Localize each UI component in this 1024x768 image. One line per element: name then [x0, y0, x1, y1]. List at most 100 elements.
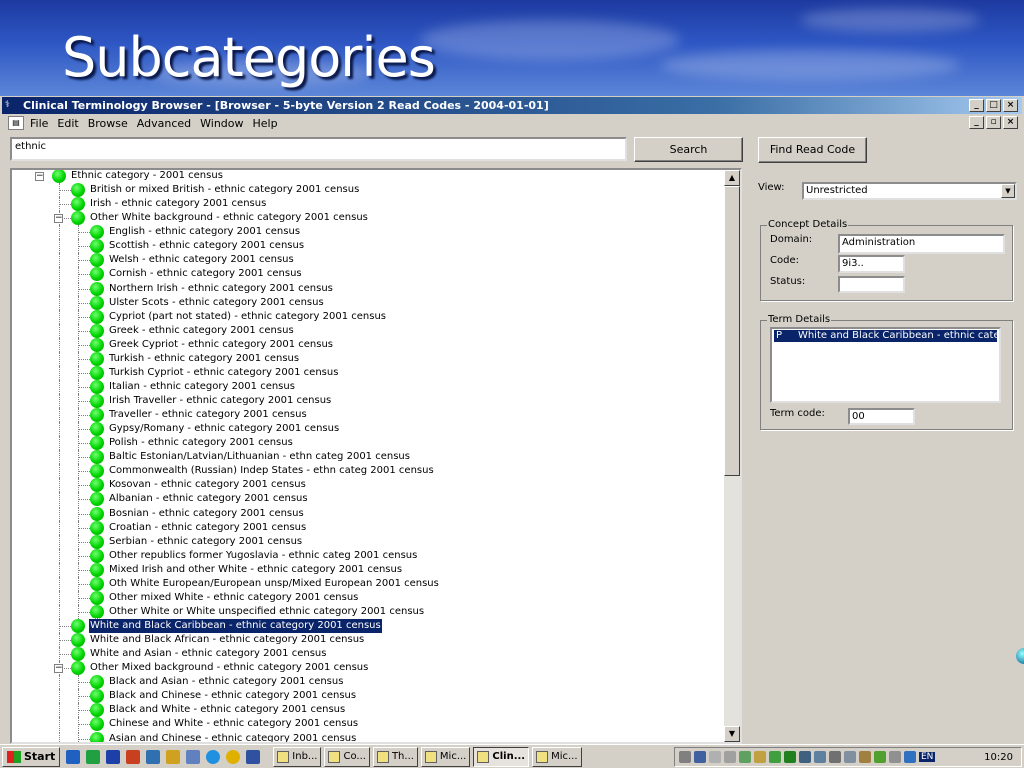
word-icon[interactable] [106, 749, 121, 764]
tree-item-label[interactable]: Bosnian - ethnic category 2001 census [108, 507, 305, 521]
chevron-down-icon[interactable]: ▼ [1001, 184, 1015, 198]
tray-app-icon[interactable] [814, 751, 826, 763]
tree-row[interactable]: Baltic Estonian/Latvian/Lithuanian - eth… [12, 450, 728, 465]
tree-item-label[interactable]: Chinese and White - ethnic category 2001… [108, 717, 359, 731]
tray-app-icon[interactable] [889, 751, 901, 763]
taskbar-task-button[interactable]: Th... [372, 746, 418, 767]
tree-item-label[interactable]: Oth White European/European unsp/Mixed E… [108, 577, 440, 591]
tray-app-icon[interactable] [754, 751, 766, 763]
collapse-icon[interactable]: − [54, 214, 63, 224]
powerpoint-icon[interactable] [126, 749, 141, 764]
tree-row[interactable]: Turkish Cypriot - ethnic category 2001 c… [12, 365, 728, 380]
tree-row[interactable]: Polish - ethnic category 2001 census [12, 436, 728, 451]
tray-app-icon[interactable] [844, 751, 856, 763]
menu-window[interactable]: Window [200, 117, 250, 130]
taskbar-task-button[interactable]: Clin... [473, 746, 530, 767]
tree-row[interactable]: White and Asian - ethnic category 2001 c… [12, 647, 728, 662]
menu-edit[interactable]: Edit [57, 117, 85, 130]
tree-item-label[interactable]: Cornish - ethnic category 2001 census [108, 267, 303, 281]
tree-item-label[interactable]: Turkish - ethnic category 2001 census [108, 352, 300, 366]
tree-row[interactable]: Cypriot (part not stated) - ethnic categ… [12, 309, 728, 324]
tree-row[interactable]: Albanian - ethnic category 2001 census [12, 492, 728, 507]
tree-item-label[interactable]: Traveller - ethnic category 2001 census [108, 408, 308, 422]
tree-row[interactable]: Kosovan - ethnic category 2001 census [12, 478, 728, 493]
term-list[interactable]: P White and Black Caribbean - ethnic cat… [770, 327, 1001, 403]
tray-app-icon[interactable] [739, 751, 751, 763]
tree-row[interactable]: Greek - ethnic category 2001 census [12, 323, 728, 338]
find-read-code-button[interactable]: Find Read Code [758, 137, 867, 163]
tree-item-label[interactable]: Albanian - ethnic category 2001 census [108, 492, 309, 506]
tree-row[interactable]: Irish Traveller - ethnic category 2001 c… [12, 394, 728, 408]
tree-item-label[interactable]: Welsh - ethnic category 2001 census [108, 253, 295, 267]
tree-row[interactable]: Welsh - ethnic category 2001 census [12, 253, 728, 268]
tree-row[interactable]: − Other White background - ethnic categor… [12, 211, 728, 226]
tree-item-label[interactable]: Other White or White unspecified ethnic … [108, 605, 425, 619]
scroll-thumb[interactable] [724, 186, 740, 476]
volume-icon[interactable] [679, 751, 691, 763]
taskbar-task-button[interactable]: Mic... [420, 746, 471, 767]
search-icon[interactable] [186, 749, 201, 764]
tree-item-label[interactable]: Italian - ethnic category 2001 census [108, 380, 296, 394]
tree-item-label[interactable]: Turkish Cypriot - ethnic category 2001 c… [108, 366, 339, 380]
tree-item-label[interactable]: Kosovan - ethnic category 2001 census [108, 478, 307, 492]
tree-item-label[interactable]: Other White background - ethnic category… [89, 211, 369, 225]
tray-app-icon[interactable] [799, 751, 811, 763]
network-icon[interactable] [694, 751, 706, 763]
scroll-down-icon[interactable]: ▼ [724, 726, 740, 742]
collapse-icon[interactable]: − [54, 664, 63, 674]
tree-row[interactable]: − Ethnic category - 2001 census [12, 170, 728, 183]
tree-item-label[interactable]: Black and Asian - ethnic category 2001 c… [108, 675, 344, 689]
menu-file[interactable]: File [30, 117, 55, 130]
tree-item-label-selected[interactable]: White and Black Caribbean - ethnic categ… [88, 618, 383, 634]
tree-item-label[interactable]: Baltic Estonian/Latvian/Lithuanian - eth… [108, 450, 411, 464]
tree-row[interactable]: Turkish - ethnic category 2001 census [12, 351, 728, 366]
messenger-icon[interactable] [246, 749, 261, 764]
tree-row[interactable]: − Other Mixed background - ethnic categor… [12, 661, 728, 676]
tree-item-label[interactable]: Irish Traveller - ethnic category 2001 c… [108, 394, 332, 408]
desktop-icon[interactable] [66, 749, 81, 764]
tree-row[interactable]: Italian - ethnic category 2001 census [12, 379, 728, 394]
tray-app-icon[interactable] [829, 751, 841, 763]
tree-row[interactable]: Gypsy/Romany - ethnic category 2001 cens… [12, 422, 728, 437]
mdi-restore-button[interactable]: ▫ [986, 116, 1001, 129]
menu-advanced[interactable]: Advanced [137, 117, 198, 130]
tree-item-label[interactable]: Ethnic category - 2001 census [70, 170, 224, 183]
excel-icon[interactable] [86, 749, 101, 764]
tree-row[interactable]: Black and Asian - ethnic category 2001 c… [12, 675, 728, 690]
term-list-item[interactable]: P White and Black Caribbean - ethnic cat… [774, 330, 997, 342]
tray-app-icon[interactable] [769, 751, 781, 763]
tree-row[interactable]: Mixed Irish and other White - ethnic cat… [12, 562, 728, 577]
tree-item-label[interactable]: Black and White - ethnic category 2001 c… [108, 703, 346, 717]
tray-app-icon[interactable] [784, 751, 796, 763]
tree-row[interactable]: Greek Cypriot - ethnic category 2001 cen… [12, 337, 728, 352]
tree-row[interactable]: Other mixed White - ethnic category 2001… [12, 590, 728, 605]
calendar-icon[interactable] [166, 749, 181, 764]
taskbar-task-button[interactable]: Inb... [273, 746, 322, 767]
document-icon[interactable]: ▤ [8, 116, 24, 130]
term-code-field[interactable]: 00 [848, 408, 915, 425]
tree-item-label[interactable]: Irish - ethnic category 2001 census [89, 197, 267, 211]
language-indicator[interactable]: EN [919, 752, 936, 762]
tree-item-label[interactable]: White and Black African - ethnic categor… [89, 633, 365, 647]
tree-item-label[interactable]: Polish - ethnic category 2001 census [108, 436, 294, 450]
tree-row[interactable]: Serbian - ethnic category 2001 census [12, 534, 728, 549]
tree-item-label[interactable]: Commonwealth (Russian) Indep States - et… [108, 464, 435, 478]
tray-app-icon[interactable] [859, 751, 871, 763]
tree-item-label[interactable]: Greek Cypriot - ethnic category 2001 cen… [108, 338, 334, 352]
concept-tree[interactable]: − Ethnic category - 2001 census British or… [10, 168, 742, 744]
tree-row[interactable]: Commonwealth (Russian) Indep States - et… [12, 464, 728, 479]
tree-row[interactable]: Other White or White unspecified ethnic … [12, 604, 728, 619]
status-field[interactable] [838, 276, 905, 293]
tree-item-label[interactable]: Asian and Chinese - ethnic category 2001… [108, 732, 357, 743]
taskbar-task-button[interactable]: Mic... [532, 746, 582, 767]
tree-item-label[interactable]: Black and Chinese - ethnic category 2001… [108, 689, 357, 703]
outlook-icon[interactable] [146, 749, 161, 764]
tree-item-label[interactable]: Ulster Scots - ethnic category 2001 cens… [108, 296, 325, 310]
scroll-up-icon[interactable]: ▲ [724, 170, 740, 186]
domain-field[interactable]: Administration [838, 234, 1005, 254]
tray-app-icon[interactable] [709, 751, 721, 763]
taskbar-task-button[interactable]: Co... [324, 746, 370, 767]
collapse-icon[interactable]: − [35, 172, 44, 181]
internet-explorer-icon[interactable] [206, 749, 221, 764]
tree-row[interactable]: Black and Chinese - ethnic category 2001… [12, 689, 728, 704]
